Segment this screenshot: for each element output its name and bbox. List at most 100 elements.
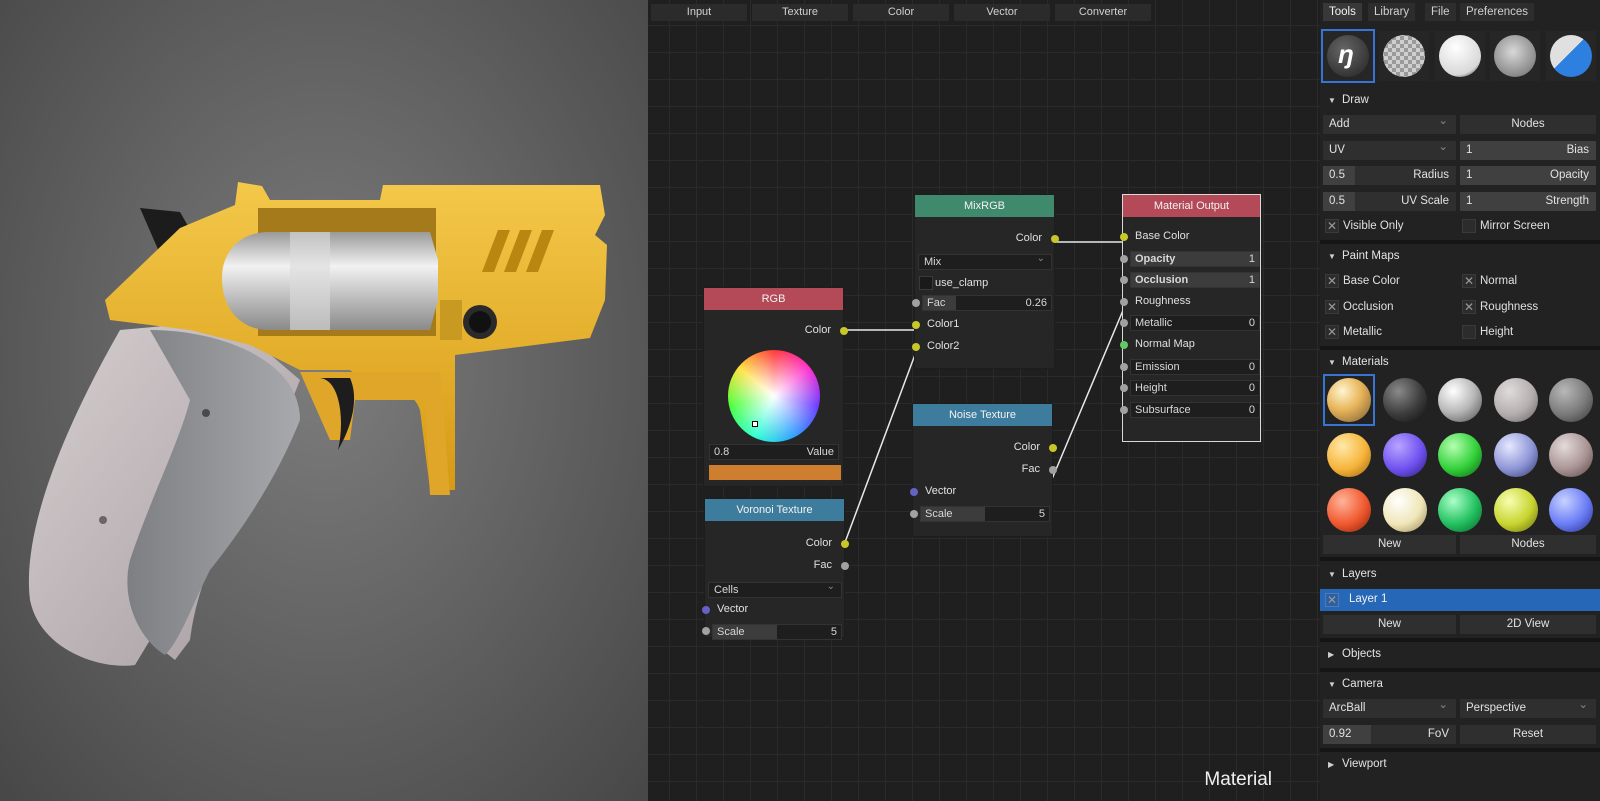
camera-fov-field[interactable]: 0.92 FoV [1323,725,1456,744]
output-field-8[interactable]: Subsurface 0 [1130,401,1260,418]
rgb-out-color-socket[interactable] [840,327,848,335]
output-socket-7[interactable] [1120,384,1128,393]
paint-map-checkbox-0[interactable]: ✕ [1325,274,1339,288]
material-swatch-2[interactable] [1436,376,1484,424]
noise-in-vector-socket[interactable] [910,488,918,496]
paint-map-checkbox-2[interactable]: ✕ [1325,299,1339,314]
paint-map-checkbox-3[interactable]: ✕ [1462,299,1476,314]
voronoi-mode-select[interactable]: Cells [708,580,842,598]
output-socket-3[interactable] [1120,297,1128,306]
material-swatch-3[interactable] [1492,376,1540,424]
color-wheel-handle[interactable] [752,421,758,427]
paint-map-checkbox-1[interactable]: ✕ [1462,274,1476,288]
output-field-1[interactable]: Opacity 1 [1130,250,1260,267]
material-swatch-10[interactable] [1325,486,1373,534]
section-viewport[interactable]: ▶ Viewport [1320,753,1600,775]
material-nodes-button[interactable]: Nodes [1460,535,1596,554]
material-swatch-8[interactable] [1492,431,1540,479]
material-swatch-11[interactable] [1381,486,1429,534]
draw-opacity-field[interactable]: 1 Opacity [1460,166,1596,185]
tab-tools[interactable]: Tools [1323,3,1362,21]
material-swatch-13[interactable] [1492,486,1540,534]
draw-blend-select[interactable]: Add [1323,112,1456,134]
output-socket-4[interactable] [1120,319,1128,328]
material-swatch-12[interactable] [1436,486,1484,534]
visible-only-checkbox[interactable]: ✕ [1325,219,1339,233]
menu-color[interactable]: Color [853,4,949,21]
voronoi-scale-field[interactable]: Scale 5 [712,624,842,640]
output-field-6[interactable]: Emission 0 [1130,358,1260,375]
output-field-7[interactable]: Height 0 [1130,380,1260,397]
material-new-button[interactable]: New [1323,535,1456,554]
mixrgb-node[interactable]: MixRGB Color Mix use_clamp Fac 0.26 Colo… [912,194,1059,369]
output-socket-2[interactable] [1120,276,1128,285]
draw-bias-field[interactable]: 1 Bias [1460,141,1596,160]
rgb-node[interactable]: RGB Color 0.8 Value [703,287,848,487]
mixrgb-fac-field[interactable]: Fac 0.26 [922,295,1052,311]
draw-radius-field[interactable]: 0.5 Radius [1323,166,1456,185]
menu-converter[interactable]: Converter [1055,4,1151,21]
material-swatch-4[interactable] [1547,376,1595,424]
brush-particle-icon[interactable] [1546,31,1596,81]
mixrgb-in-color2-socket[interactable] [912,343,920,351]
material-swatch-9[interactable] [1547,431,1595,479]
brush-draw-icon[interactable]: ŋ [1321,29,1375,83]
output-socket-6[interactable] [1120,362,1128,371]
draw-mapping-select[interactable]: UV [1323,138,1456,160]
material-swatch-0[interactable] [1323,374,1375,426]
voronoi-in-vector-socket[interactable] [702,606,710,614]
mixrgb-clamp-checkbox[interactable] [919,276,933,290]
camera-reset-button[interactable]: Reset [1460,725,1596,744]
noise-out-fac-socket[interactable] [1049,466,1057,474]
rgb-value-field[interactable]: 0.8 Value [709,444,839,460]
noise-scale-field[interactable]: Scale 5 [920,506,1050,522]
mixrgb-out-color-socket[interactable] [1051,235,1059,243]
voronoi-in-scale-socket[interactable] [702,627,710,635]
paint-map-checkbox-4[interactable]: ✕ [1325,325,1339,339]
section-camera[interactable]: ▼ Camera [1320,673,1600,695]
draw-strength-field[interactable]: 1 Strength [1460,192,1596,211]
noise-in-scale-socket[interactable] [910,510,918,518]
output-socket-5[interactable] [1120,341,1128,349]
rgb-color-swatch[interactable] [709,465,841,480]
mirror-screen-checkbox[interactable] [1462,219,1476,233]
layer-row[interactable]: ✕ Layer 1 [1320,589,1600,611]
section-layers[interactable]: ▼ Layers [1320,563,1600,585]
menu-input[interactable]: Input [651,4,747,21]
menu-texture[interactable]: Texture [752,4,848,21]
mixrgb-blend-select[interactable]: Mix [918,252,1052,270]
menu-vector[interactable]: Vector [954,4,1050,21]
voronoi-out-fac-socket[interactable] [841,562,849,570]
layer-new-button[interactable]: New [1323,615,1456,634]
section-materials[interactable]: ▼ Materials [1320,351,1600,373]
paint-map-checkbox-5[interactable] [1462,325,1476,339]
color-wheel[interactable] [728,350,820,442]
camera-projection-select[interactable]: Perspective [1460,696,1596,718]
noise-out-color-socket[interactable] [1049,444,1057,452]
material-swatch-6[interactable] [1381,431,1429,479]
tab-library[interactable]: Library [1368,3,1416,21]
output-socket-8[interactable] [1120,405,1128,414]
layer-2dview-button[interactable]: 2D View [1460,615,1596,634]
voronoi-out-color-socket[interactable] [841,540,849,548]
voronoi-node[interactable]: Voronoi Texture Color Fac Cells Vector S… [702,498,849,640]
material-swatch-7[interactable] [1436,431,1484,479]
brush-erase-icon[interactable] [1379,31,1429,81]
noise-node[interactable]: Noise Texture Color Fac Vector Scale 5 [910,403,1057,537]
section-objects[interactable]: ▶ Objects [1320,643,1600,665]
material-output-node[interactable]: Material Output Base Color Opacity 1 Occlus… [1120,194,1261,442]
output-socket-1[interactable] [1120,254,1128,263]
draw-uvscale-field[interactable]: 0.5 UV Scale [1323,192,1456,211]
mixrgb-in-color1-socket[interactable] [912,321,920,329]
tab-preferences[interactable]: Preferences [1460,3,1535,21]
section-draw[interactable]: ▼ Draw [1320,89,1600,111]
material-swatch-1[interactable] [1381,376,1429,424]
node-editor[interactable]: Input Texture Color Vector Converter RGB… [648,0,1320,801]
viewport-3d[interactable] [0,0,648,801]
layer-visibility-checkbox[interactable]: ✕ [1325,593,1339,607]
section-paint-maps[interactable]: ▼ Paint Maps [1320,245,1600,267]
camera-mode-select[interactable]: ArcBall [1323,696,1456,718]
output-field-4[interactable]: Metallic 0 [1130,315,1260,332]
brush-fill-icon[interactable] [1435,31,1485,81]
output-field-2[interactable]: Occlusion 1 [1130,272,1260,289]
